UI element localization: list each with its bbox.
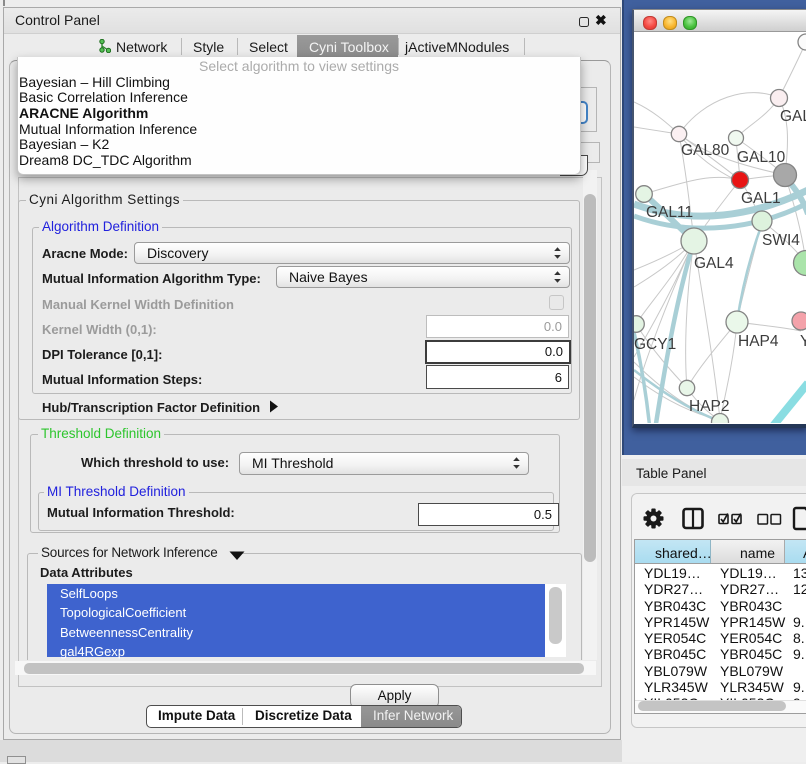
svg-text:GAL7: GAL7 [780,108,806,125]
svg-text:Y: Y [800,333,806,350]
svg-text:GCY1: GCY1 [634,336,676,353]
svg-text:GAL10: GAL10 [737,149,786,166]
svg-text:HAP4: HAP4 [738,333,779,350]
svg-text:GAL80: GAL80 [681,142,730,159]
svg-text:GAL4: GAL4 [694,255,734,272]
svg-text:HAP2: HAP2 [689,398,730,415]
svg-text:GAL11: GAL11 [646,204,693,221]
svg-text:GAL1: GAL1 [741,190,781,207]
svg-text:SWI4: SWI4 [762,232,800,249]
